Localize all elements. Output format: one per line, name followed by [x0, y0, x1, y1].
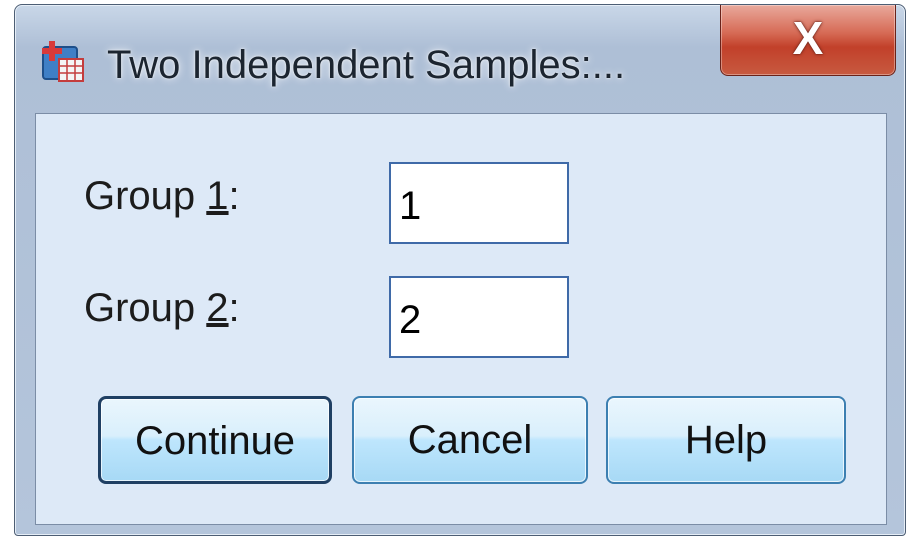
group-1-label-suffix: : [228, 174, 240, 218]
window-title: Two Independent Samples:... [107, 43, 626, 87]
continue-button[interactable]: Continue [98, 396, 332, 484]
cancel-button[interactable]: Cancel [352, 396, 588, 484]
group-2-label: Group 2: [84, 286, 240, 331]
group-2-label-mnemonic: 2 [206, 286, 229, 330]
group-2-input[interactable]: 2 [389, 276, 569, 358]
group-1-label-prefix: Group [84, 174, 207, 218]
help-button[interactable]: Help [606, 396, 846, 484]
spss-dialog-icon [42, 41, 84, 82]
group-1-label: Group 1: [84, 174, 240, 219]
group-1-input[interactable]: 1 [389, 162, 569, 244]
dialog-content: Group 1: 1 Group 2: 2 Continue Cancel He… [35, 113, 887, 525]
close-icon: X [792, 12, 824, 64]
group-2-label-suffix: : [228, 286, 240, 330]
group-1-label-mnemonic: 1 [206, 174, 229, 218]
dialog-window: Two Independent Samples:... X Group 1: 1… [14, 4, 906, 536]
group-2-label-prefix: Group [84, 286, 207, 330]
title-bar[interactable]: Two Independent Samples:... X [15, 5, 905, 117]
close-button[interactable]: X [720, 5, 896, 76]
